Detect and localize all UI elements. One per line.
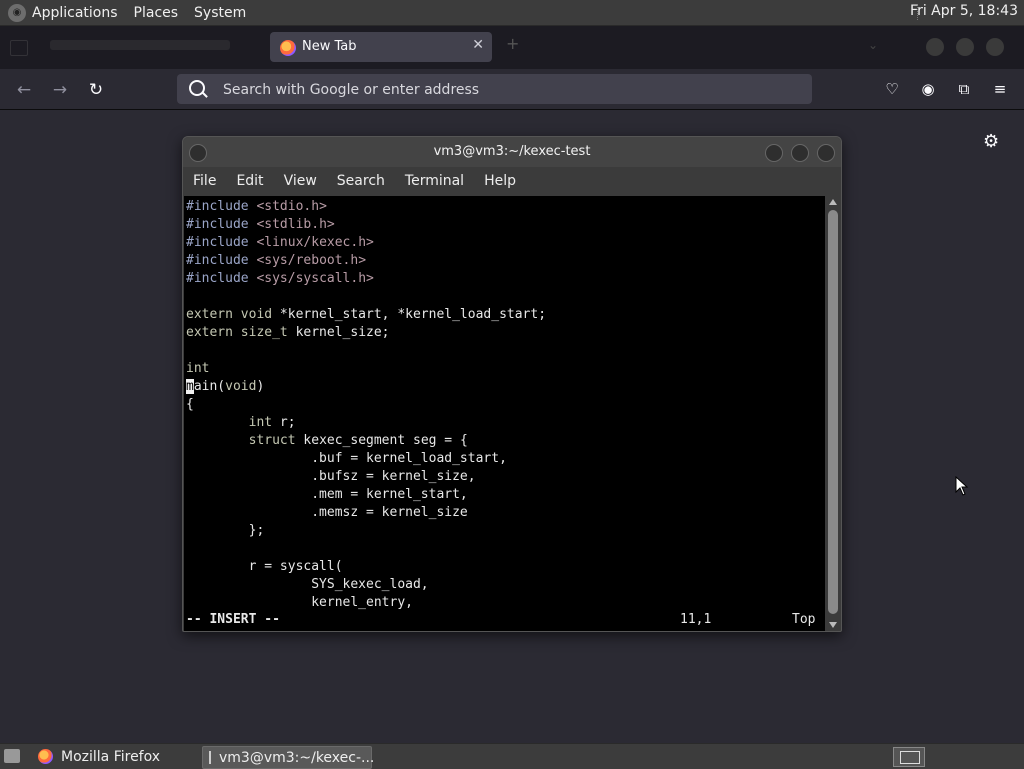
terminal-close-button[interactable]	[817, 144, 835, 162]
terminal-maximize-button[interactable]	[791, 144, 809, 162]
bottom-panel: Mozilla Firefox vm3@vm3:~/kexec-...	[0, 743, 1024, 769]
menu-places[interactable]: Places	[134, 5, 179, 21]
cursor-position: 11,1	[680, 612, 712, 627]
menu-edit[interactable]: Edit	[236, 173, 263, 189]
terminal-title: vm3@vm3:~/kexec-test	[433, 144, 591, 159]
tab-overview-icon	[10, 40, 28, 56]
clock[interactable]: Fri Apr 5, 18:43	[910, 3, 1018, 19]
top-panel: ◉ Applications Places System Fri Apr 5, …	[0, 0, 1024, 26]
forward-arrow-icon[interactable]: →	[49, 79, 71, 101]
terminal-menubar: File Edit View Search Terminal Help	[183, 167, 841, 195]
terminal-titlebar[interactable]: vm3@vm3:~/kexec-test	[183, 137, 841, 167]
taskbar-terminal[interactable]: vm3@vm3:~/kexec-...	[202, 746, 375, 769]
firefox-icon	[38, 749, 53, 764]
taskbar-firefox-label: Mozilla Firefox	[61, 748, 161, 765]
background-tab[interactable]	[10, 36, 260, 60]
menu-help[interactable]: Help	[484, 173, 516, 189]
new-tab-icon[interactable]: +	[506, 34, 519, 53]
window-controls	[926, 38, 1004, 56]
menu-terminal[interactable]: Terminal	[405, 173, 464, 189]
gear-icon[interactable]: ⚙	[983, 131, 999, 152]
firefox-icon	[280, 40, 296, 56]
maximize-button[interactable]	[956, 38, 974, 56]
terminal-window: vm3@vm3:~/kexec-test File Edit View Sear…	[182, 136, 842, 632]
background-tab-label	[50, 40, 230, 50]
mate-logo-icon[interactable]: ◉	[8, 3, 26, 22]
reload-icon[interactable]: ↻	[85, 79, 107, 101]
close-tab-icon[interactable]: ✕	[472, 37, 484, 53]
menu-file[interactable]: File	[193, 173, 216, 189]
show-desktop-icon[interactable]	[4, 749, 20, 763]
url-bar[interactable]	[177, 74, 812, 104]
list-tabs-icon[interactable]: ⌄	[868, 38, 878, 52]
terminal-screen[interactable]: #include <stdio.h> #include <stdlib.h> #in…	[184, 196, 825, 631]
scroll-position: Top	[792, 612, 816, 627]
terminal-icon	[209, 751, 211, 764]
scroll-down-icon[interactable]	[829, 622, 837, 628]
tab-title: New Tab	[302, 39, 357, 54]
search-icon	[189, 80, 205, 96]
pocket-icon[interactable]: ♡	[882, 79, 902, 99]
vim-mode: -- INSERT --	[186, 612, 280, 627]
tab-strip: New Tab ✕ + ⌄	[0, 26, 1024, 69]
menu-system[interactable]: System	[194, 5, 246, 21]
vim-buffer: #include <stdio.h> #include <stdlib.h> #in…	[186, 199, 547, 610]
menu-icon[interactable]: ≡	[990, 79, 1010, 99]
terminal-minimize-button[interactable]	[765, 144, 783, 162]
taskbar-terminal-label: vm3@vm3:~/kexec-...	[219, 749, 375, 766]
url-input[interactable]	[221, 80, 785, 100]
terminal-scrollbar[interactable]	[826, 196, 840, 631]
menu-search[interactable]: Search	[337, 173, 385, 189]
menu-applications[interactable]: Applications	[32, 5, 118, 21]
nav-bar: ← → ↻ ♡ ◉ ⧉ ≡	[0, 69, 1024, 110]
scroll-up-icon[interactable]	[829, 199, 837, 205]
scrollbar-thumb[interactable]	[828, 210, 838, 614]
workspace-switcher[interactable]	[893, 747, 925, 767]
window-menu-button[interactable]	[189, 144, 207, 162]
extensions-icon[interactable]: ⧉	[954, 79, 974, 99]
taskbar-firefox[interactable]: Mozilla Firefox	[32, 746, 204, 767]
back-arrow-icon[interactable]: ←	[13, 79, 35, 101]
tab-new-tab[interactable]: New Tab ✕	[270, 32, 492, 62]
menu-view[interactable]: View	[284, 173, 317, 189]
account-icon[interactable]: ◉	[918, 79, 938, 99]
minimize-button[interactable]	[926, 38, 944, 56]
close-button[interactable]	[986, 38, 1004, 56]
